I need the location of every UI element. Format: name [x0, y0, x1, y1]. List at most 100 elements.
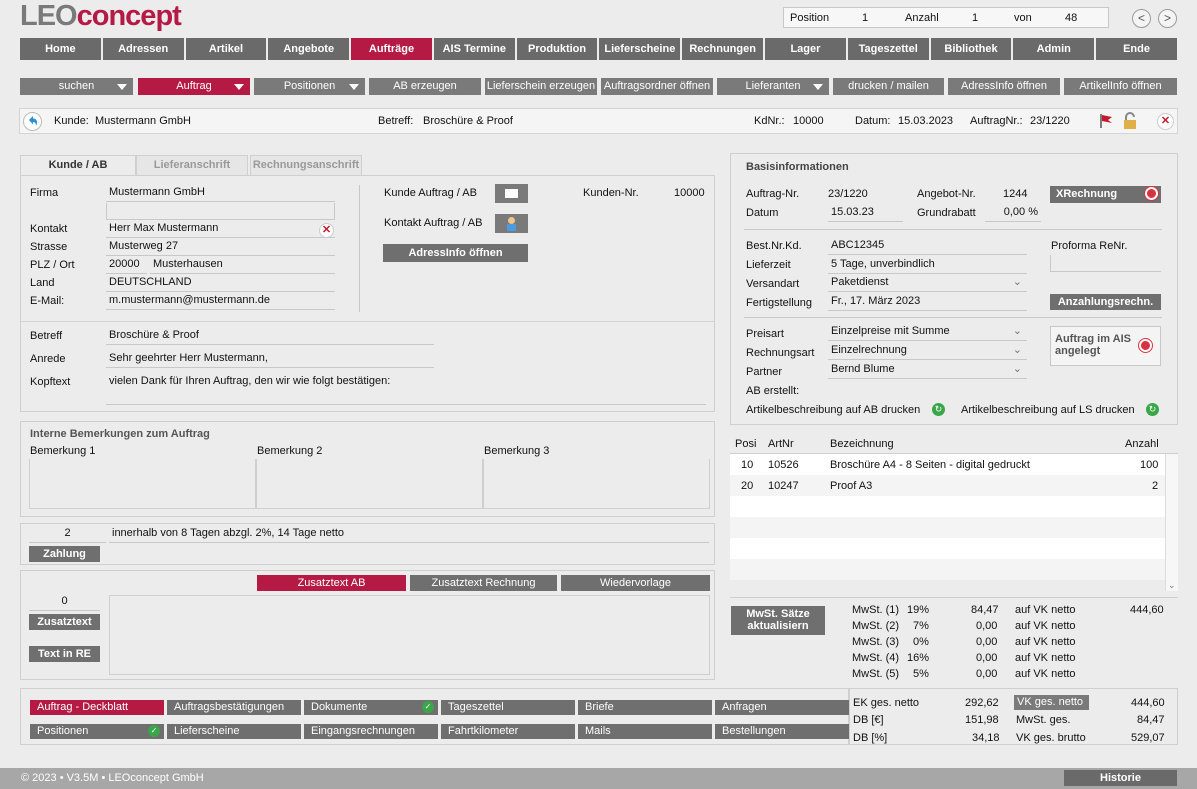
lieferscheine-button[interactable]: Lieferscheine	[167, 724, 301, 739]
table-row[interactable]: 20 10247 Proof A3 2	[730, 475, 1165, 496]
kopftext-field[interactable]: vielen Dank für Ihren Auftrag, den wir w…	[106, 374, 706, 405]
adressinfo-button[interactable]: AdressInfo öffnen	[948, 78, 1060, 95]
partner-select[interactable]: Bernd Blume ⌄	[828, 362, 1027, 379]
anzahlung-button[interactable]: Anzahlungsrechn.	[1050, 294, 1161, 310]
card-icon[interactable]	[495, 184, 528, 203]
anrede-field[interactable]: Sehr geehrter Herr Mustermann,	[106, 351, 434, 368]
zusatztext-field[interactable]	[109, 595, 710, 675]
bestellungen-button[interactable]: Bestellungen	[715, 724, 849, 739]
fertigstellung-field[interactable]: Fr., 17. März 2023	[828, 294, 1027, 311]
tab-kunde-ab[interactable]: Kunde / AB	[20, 155, 136, 175]
proforma-field[interactable]	[1050, 255, 1161, 272]
drucken-dropdown[interactable]: drucken / mailen	[833, 78, 944, 95]
close-icon[interactable]: ✕	[1157, 113, 1174, 130]
zahlung-button[interactable]: Zahlung	[29, 546, 100, 562]
table-row[interactable]: 10 10526 Broschüre A4 - 8 Seiten - digit…	[730, 454, 1165, 475]
betreff-label: Betreff:	[378, 115, 414, 127]
grundrabatt-field[interactable]: 0,00 %	[985, 205, 1041, 222]
nav-rechnungen[interactable]: Rechnungen	[682, 38, 764, 60]
versandart-select[interactable]: Paketdienst ⌄	[828, 275, 1027, 292]
nav-produktion[interactable]: Produktion	[516, 38, 598, 60]
table-scrollbar[interactable]: ⌄	[1165, 454, 1178, 591]
toggle-ls-icon[interactable]: ↻	[1146, 403, 1159, 416]
briefe-button[interactable]: Briefe	[578, 700, 712, 715]
dokumente-button[interactable]: Dokumente ✓	[304, 700, 438, 715]
nav-bibliothek[interactable]: Bibliothek	[930, 38, 1012, 60]
back-arrow-icon[interactable]	[23, 112, 42, 131]
artikelinfo-button[interactable]: ArtikelInfo öffnen	[1064, 78, 1177, 95]
lieferschein-erzeugen-button[interactable]: Lieferschein erzeugen	[485, 78, 597, 95]
anfragen-button[interactable]: Anfragen	[715, 700, 849, 715]
auftrag-dropdown[interactable]: Auftrag	[138, 78, 250, 95]
auftragsordner-button[interactable]: Auftragsordner öffnen	[601, 78, 713, 95]
auftragsbestaetigungen-button[interactable]: Auftragsbestätigungen	[167, 700, 301, 715]
historie-button[interactable]: Historie	[1064, 770, 1177, 786]
nav-home[interactable]: Home	[20, 38, 101, 60]
firma2-field[interactable]	[106, 203, 335, 220]
nav-tageszettel[interactable]: Tageszettel	[847, 38, 929, 60]
rechnungsart-select[interactable]: Einzelrechnung ⌄	[828, 343, 1027, 360]
tageszettel-button[interactable]: Tageszettel	[441, 700, 575, 715]
search-dropdown[interactable]: suchen	[20, 78, 133, 95]
bemerkung3-field[interactable]	[483, 459, 710, 509]
firma-field[interactable]: Mustermann GmbH	[106, 185, 335, 202]
flag-icon[interactable]	[1099, 113, 1113, 129]
lock-icon[interactable]	[1121, 112, 1141, 130]
positionen-button[interactable]: Positionen ✓	[30, 724, 164, 739]
datum-field[interactable]: 15.03.23	[828, 205, 903, 222]
remove-contact-icon[interactable]: ✕	[319, 223, 334, 238]
bemerkung2-field[interactable]	[256, 459, 483, 509]
tab-rechnungsanschrift[interactable]: Rechnungsanschrift	[250, 155, 362, 175]
nav-ais-termine[interactable]: AIS Termine	[433, 38, 515, 60]
xrechnung-button[interactable]: XRechnung	[1050, 186, 1161, 203]
kontakt-field[interactable]: Herr Max Mustermann	[106, 221, 335, 238]
mwst-ges-value: 84,47	[1137, 714, 1165, 726]
wiedervorlage-tab[interactable]: Wiedervorlage	[561, 575, 710, 591]
nav-lieferscheine[interactable]: Lieferscheine	[599, 38, 681, 60]
bemerkungen-title: Interne Bemerkungen zum Auftrag	[30, 428, 210, 440]
kopftext-label: Kopftext	[30, 376, 71, 388]
nav-lager[interactable]: Lager	[765, 38, 846, 60]
zusatztext-rechnung-tab[interactable]: Zusatztext Rechnung	[410, 575, 557, 591]
ab-erzeugen-button[interactable]: AB erzeugen	[369, 78, 481, 95]
fahrtkilometer-button[interactable]: Fahrtkilometer	[441, 724, 575, 739]
text-in-re-button[interactable]: Text in RE	[29, 646, 100, 662]
zahlung-tage-field[interactable]: 2	[29, 526, 106, 543]
nav-ende[interactable]: Ende	[1096, 38, 1177, 60]
zahlung-text-field[interactable]: innerhalb von 8 Tagen abzgl. 2%, 14 Tage…	[109, 526, 709, 543]
land-field[interactable]: DEUTSCHLAND	[106, 275, 335, 292]
strasse-field[interactable]: Musterweg 27	[106, 239, 335, 256]
bestnr-field[interactable]: ABC12345	[828, 238, 1027, 255]
summen-panel: EK ges. netto 292,62 DB [€] 151,98 DB [%…	[849, 688, 1178, 745]
bemerkung1-field[interactable]	[29, 459, 256, 509]
next-record-button[interactable]: >	[1158, 9, 1177, 28]
email-field[interactable]: m.mustermann@mustermann.de	[106, 293, 335, 310]
mails-button[interactable]: Mails	[578, 724, 712, 739]
nav-admin[interactable]: Admin	[1013, 38, 1095, 60]
person-icon[interactable]	[495, 214, 528, 233]
prev-record-button[interactable]: <	[1132, 9, 1151, 28]
zusatztext-ab-tab[interactable]: Zusatztext AB	[257, 575, 406, 591]
positionen-dropdown[interactable]: Positionen	[254, 78, 365, 95]
adressinfo-open-button[interactable]: AdressInfo öffnen	[383, 244, 528, 262]
tab-lieferanschrift[interactable]: Lieferanschrift	[136, 155, 248, 175]
ort-field[interactable]: Musterhausen	[150, 257, 335, 274]
nav-angebote[interactable]: Angebote	[268, 38, 350, 60]
zusatztext-button[interactable]: Zusatztext	[29, 614, 100, 630]
betreff-field[interactable]: Broschüre & Proof	[106, 328, 434, 345]
ais-status-box[interactable]: Auftrag im AIS angelegt	[1050, 326, 1161, 366]
chevron-down-icon	[813, 84, 823, 90]
lieferzeit-label: Lieferzeit	[746, 259, 791, 271]
toggle-ab-icon[interactable]: ↻	[932, 403, 945, 416]
scroll-down-icon[interactable]: ⌄	[1168, 580, 1176, 591]
lieferzeit-field[interactable]: 5 Tage, unverbindlich	[828, 257, 1027, 274]
nav-auftraege[interactable]: Aufträge	[351, 38, 432, 60]
lieferanten-dropdown[interactable]: Lieferanten	[717, 78, 829, 95]
plz-field[interactable]: 20000	[106, 257, 147, 274]
mwst-update-button[interactable]: MwSt. Sätze aktualisiern	[731, 606, 825, 635]
nav-artikel[interactable]: Artikel	[185, 38, 267, 60]
preisart-select[interactable]: Einzelpreise mit Summe ⌄	[828, 324, 1027, 341]
nav-adressen[interactable]: Adressen	[102, 38, 184, 60]
eingangsrechnungen-button[interactable]: Eingangsrechnungen	[304, 724, 438, 739]
deckblatt-button[interactable]: Auftrag - Deckblatt	[30, 700, 164, 715]
